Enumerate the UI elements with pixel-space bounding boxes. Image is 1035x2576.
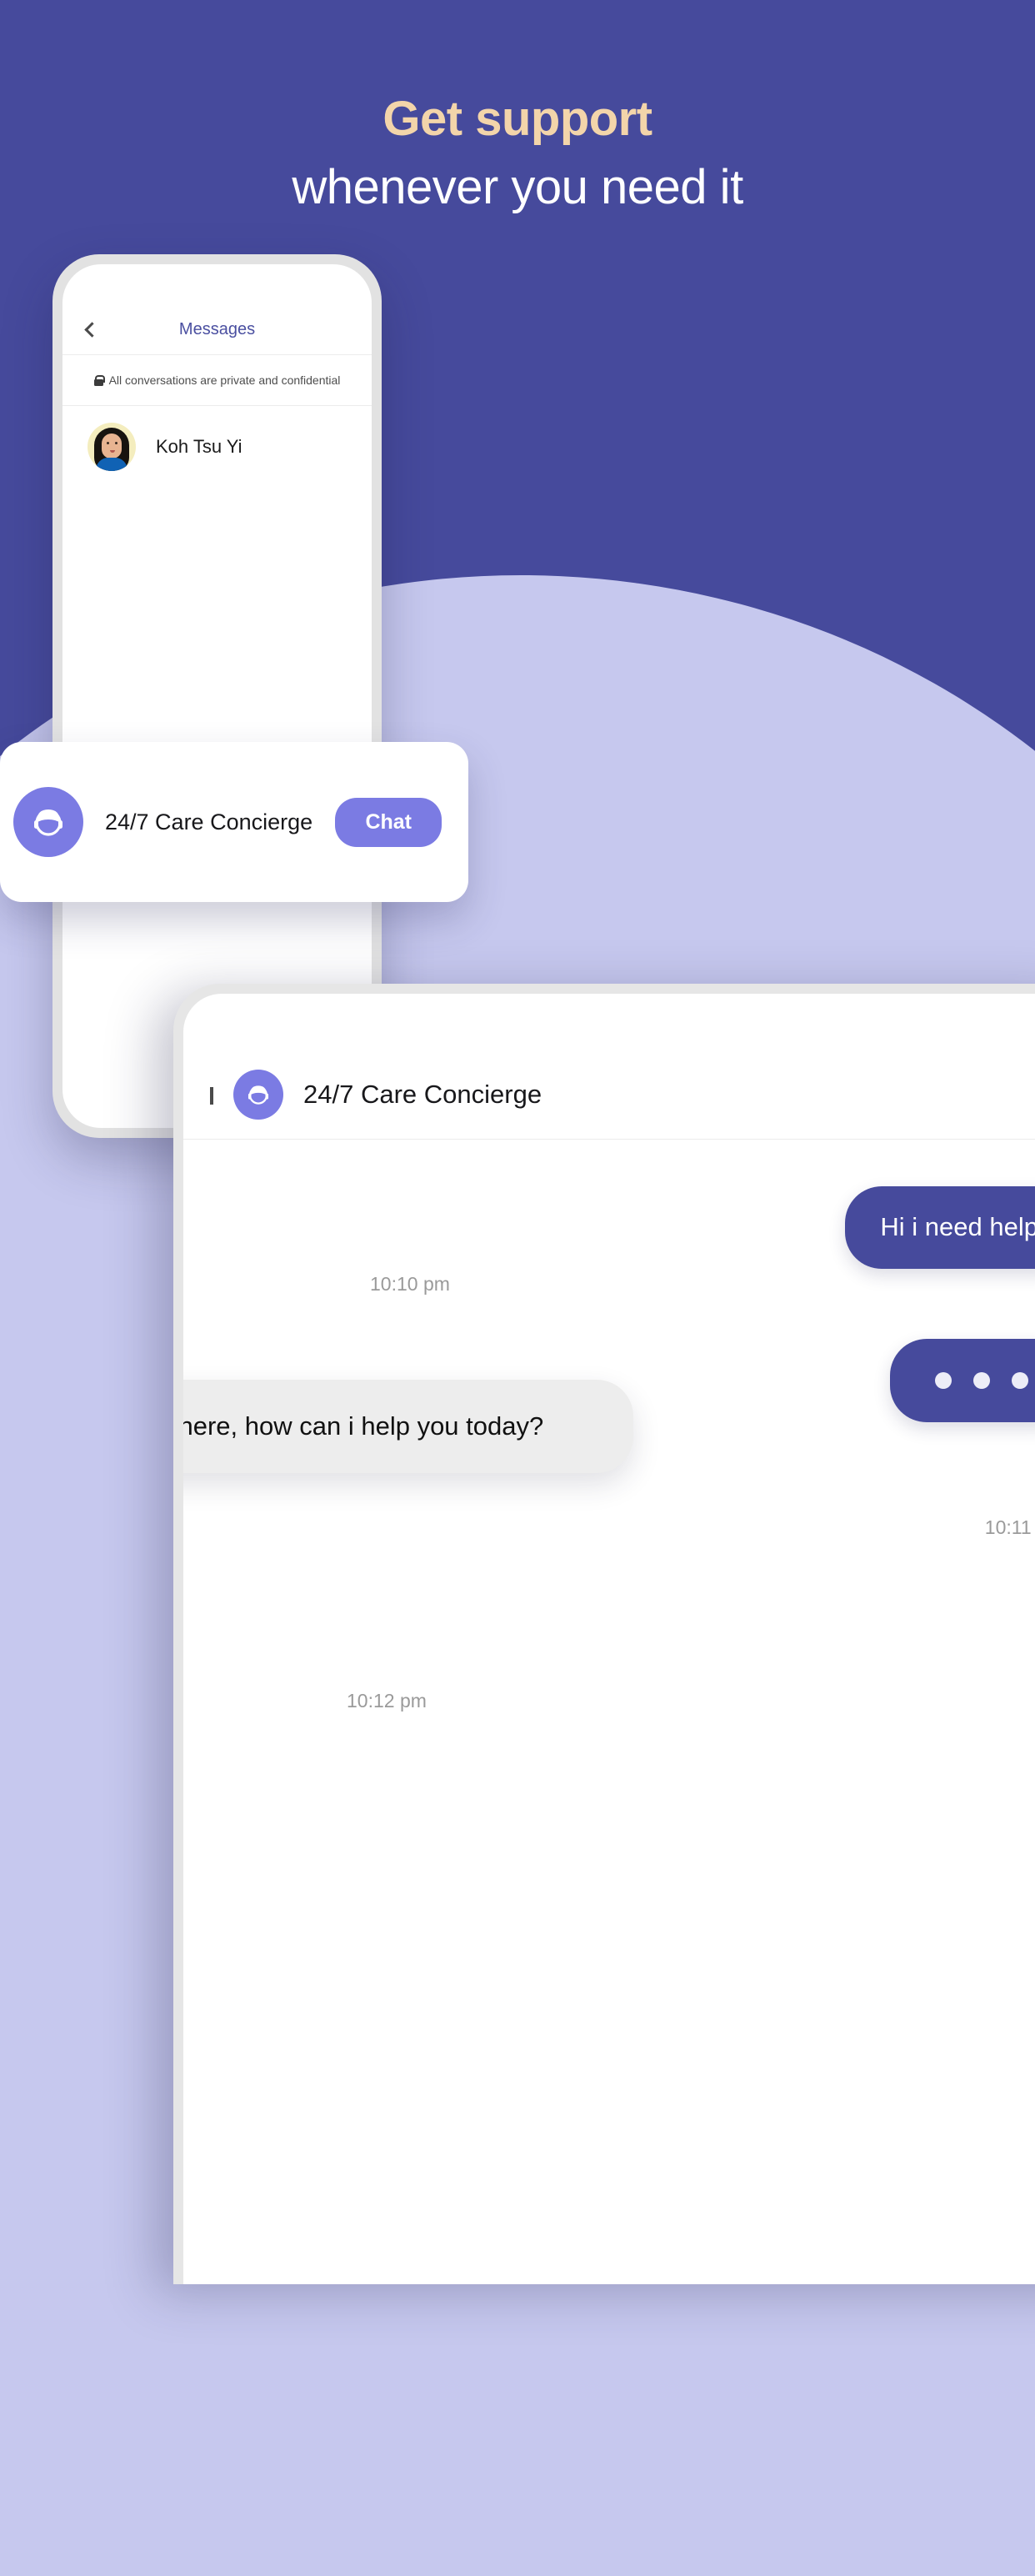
chat-button[interactable]: Chat	[335, 797, 442, 847]
concierge-label: 24/7 Care Concierge	[105, 809, 313, 834]
status-bar-spacer	[62, 264, 372, 304]
avatar	[88, 423, 136, 471]
back-button-chat[interactable]	[210, 1087, 213, 1105]
typing-dot-3	[1012, 1371, 1028, 1389]
phone-two-screen: 24/7 Care Concierge Hi i need help 10:10…	[183, 994, 1035, 2284]
typing-indicator	[890, 1338, 1035, 1422]
chat-thread: Hi i need help 10:10 pm Hi there, how ca…	[183, 1140, 1035, 1711]
concierge-avatar	[13, 787, 83, 857]
lock-icon	[93, 374, 106, 386]
back-button[interactable]	[81, 318, 102, 340]
privacy-notice: All conversations are private and confid…	[62, 355, 372, 405]
message-bubble-1: Hi i need help	[845, 1186, 1035, 1269]
headset-support-icon	[244, 1080, 272, 1109]
headline-line-2: whenever you need it	[292, 160, 743, 215]
status-bar-spacer-2	[183, 994, 1035, 1050]
chat-navbar: 24/7 Care Concierge	[183, 1050, 1035, 1139]
avatar-face	[102, 434, 122, 459]
privacy-notice-text: All conversations are private and confid…	[108, 373, 341, 387]
avatar-eye-right	[115, 442, 118, 444]
message-timestamp-2: 10:11 pm	[984, 1516, 1035, 1538]
chat-message-outgoing: Hi i need help	[183, 1140, 1035, 1269]
message-timestamp-3: 10:12 pm	[347, 1690, 427, 1711]
headset-support-icon	[28, 802, 68, 842]
chevron-left-icon	[83, 321, 100, 338]
typing-dot-2	[973, 1371, 990, 1389]
chat-title: 24/7 Care Concierge	[303, 1080, 542, 1109]
contact-name: Koh Tsu Yi	[156, 436, 242, 457]
phone-mockup-chat: 24/7 Care Concierge Hi i need help 10:10…	[173, 984, 1035, 2284]
chevron-left-icon	[210, 1087, 213, 1105]
typing-dot-1	[935, 1371, 952, 1389]
concierge-card[interactable]: 24/7 Care Concierge Chat	[0, 742, 468, 902]
chat-avatar	[233, 1070, 283, 1120]
avatar-body	[96, 458, 128, 471]
messages-title: Messages	[178, 319, 256, 338]
avatar-eye-left	[107, 442, 109, 444]
list-item[interactable]: Koh Tsu Yi	[62, 406, 372, 488]
message-bubble-2: Hi there, how can i help you today?	[183, 1380, 633, 1474]
page-title: Get support whenever you need it	[0, 90, 1035, 217]
headline-line-1: Get support	[382, 92, 652, 146]
messages-navbar: Messages	[62, 304, 372, 354]
